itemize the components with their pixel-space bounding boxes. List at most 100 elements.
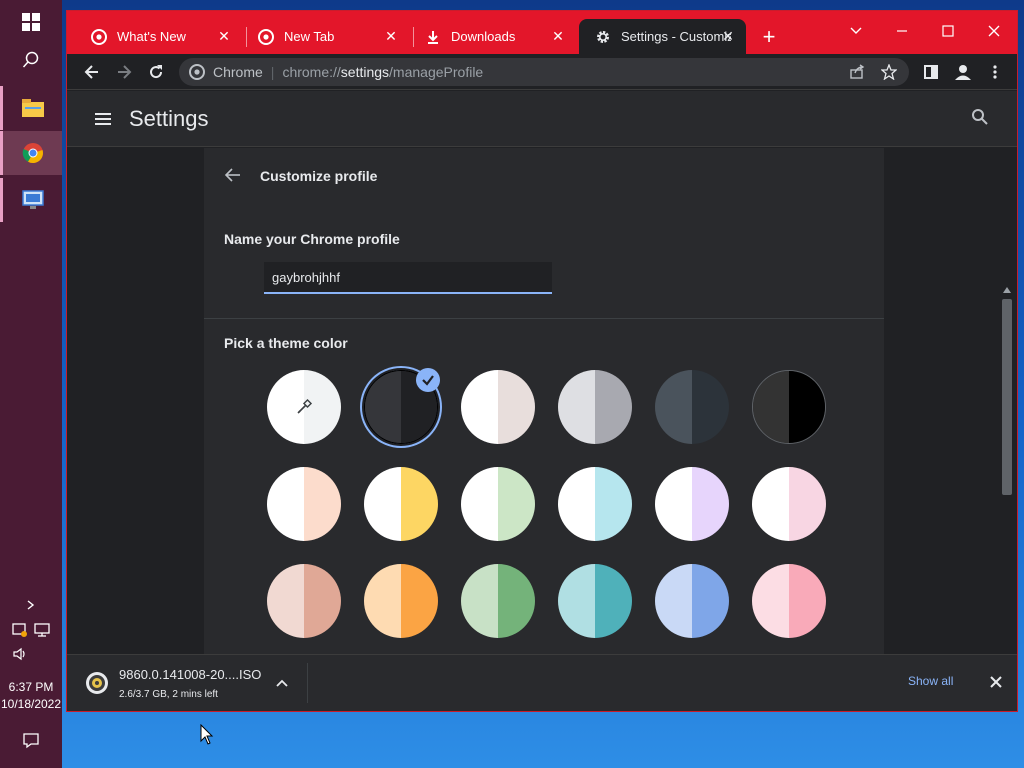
- swatch-left-half: [558, 467, 595, 541]
- kebab-menu-icon[interactable]: [983, 60, 1007, 84]
- tab-label: Downloads: [451, 29, 516, 44]
- clock-date[interactable]: 10/18/2022: [0, 697, 62, 711]
- forward-button[interactable]: [112, 60, 136, 84]
- title-bar: What's New ✕ New Tab ✕ Downloads ✕ Setti: [67, 11, 1017, 54]
- theme-color-swatch[interactable]: [655, 370, 729, 444]
- omnibox-chip: Chrome: [213, 64, 263, 80]
- custom-color-swatch[interactable]: [267, 370, 341, 444]
- chrome-logo-icon: [258, 28, 274, 45]
- theme-color-swatch[interactable]: [655, 467, 729, 541]
- url-host: settings: [340, 64, 390, 80]
- reload-button[interactable]: [144, 60, 168, 84]
- remote-desktop-icon[interactable]: [0, 178, 62, 222]
- swatch-right-half: [789, 371, 825, 443]
- chrome-icon[interactable]: [0, 131, 62, 175]
- download-shelf: 9860.0.141008-20....ISO 2.6/3.7 GB, 2 mi…: [67, 654, 1017, 711]
- close-icon[interactable]: ✕: [550, 28, 566, 44]
- swatch-left-half: [461, 467, 498, 541]
- theme-color-swatch[interactable]: [558, 564, 632, 638]
- back-arrow-icon[interactable]: [224, 166, 242, 184]
- theme-color-swatch[interactable]: [364, 467, 438, 541]
- swatch-left-half: [365, 371, 401, 443]
- swatch-right-half: [692, 467, 729, 541]
- chrome-window: What's New ✕ New Tab ✕ Downloads ✕ Setti: [66, 10, 1018, 712]
- scroll-up-arrow-icon[interactable]: [1003, 287, 1011, 293]
- network-icon[interactable]: [34, 622, 50, 641]
- bookmark-star-icon[interactable]: [880, 63, 898, 83]
- new-tab-button[interactable]: +: [757, 26, 781, 50]
- url-text: chrome://settings/manageProfile: [282, 64, 483, 80]
- close-icon[interactable]: ✕: [216, 28, 232, 44]
- swatch-right-half: [595, 564, 632, 638]
- tab-downloads[interactable]: Downloads ✕: [409, 19, 576, 54]
- theme-color-swatch[interactable]: [461, 467, 535, 541]
- theme-color-swatch[interactable]: [655, 564, 729, 638]
- tab-whats-new[interactable]: What's New ✕: [75, 19, 242, 54]
- eyedropper-icon: [295, 398, 313, 416]
- theme-color-swatch[interactable]: [752, 564, 826, 638]
- file-explorer-icon[interactable]: [0, 86, 62, 130]
- settings-header: Settings: [67, 91, 1017, 147]
- close-icon[interactable]: [987, 673, 1005, 691]
- clock-time[interactable]: 6:37 PM: [0, 680, 62, 694]
- swatch-right-half: [498, 564, 535, 638]
- taskbar: 6:37 PM 10/18/2022: [0, 0, 62, 768]
- close-icon[interactable]: ✕: [383, 28, 399, 44]
- theme-color-label: Pick a theme color: [224, 335, 348, 351]
- swatch-left-half: [267, 564, 304, 638]
- action-center-icon[interactable]: [0, 718, 62, 762]
- swatch-left-half: [753, 371, 789, 443]
- theme-color-swatch[interactable]: [558, 370, 632, 444]
- back-button[interactable]: [80, 60, 104, 84]
- side-panel-icon[interactable]: [919, 60, 943, 84]
- divider: [307, 663, 308, 703]
- minimize-button[interactable]: [879, 16, 925, 46]
- chevron-up-icon[interactable]: [273, 675, 291, 693]
- chevron-up-icon[interactable]: [0, 596, 62, 614]
- swatch-right-half: [692, 370, 729, 444]
- page-heading: Customize profile: [260, 168, 378, 184]
- swatch-left-half: [558, 564, 595, 638]
- theme-color-swatch[interactable]: [461, 370, 535, 444]
- swatch-right-half: [595, 370, 632, 444]
- swatch-right-half: [304, 564, 341, 638]
- theme-color-swatch[interactable]: [752, 467, 826, 541]
- profile-avatar-icon[interactable]: [951, 60, 975, 84]
- address-bar[interactable]: Chrome | chrome://settings/manageProfile: [179, 58, 909, 86]
- swatch-right-half: [789, 564, 826, 638]
- scrollbar[interactable]: [997, 285, 1017, 654]
- volume-icon[interactable]: [0, 644, 62, 664]
- scroll-thumb[interactable]: [1002, 299, 1012, 495]
- profile-name-input[interactable]: [264, 262, 552, 294]
- settings-content: Customize profile Name your Chrome profi…: [67, 148, 1017, 654]
- swatch-right-half: [789, 467, 826, 541]
- theme-color-swatch[interactable]: [752, 370, 826, 444]
- theme-color-swatch[interactable]: [267, 564, 341, 638]
- search-icon[interactable]: [0, 38, 62, 82]
- show-all-link[interactable]: Show all: [908, 674, 953, 688]
- close-window-button[interactable]: [971, 16, 1017, 46]
- disc-image-icon[interactable]: [85, 671, 109, 695]
- theme-color-swatch[interactable]: [364, 564, 438, 638]
- download-icon: [425, 29, 441, 45]
- download-filename[interactable]: 9860.0.141008-20....ISO: [119, 667, 261, 682]
- swatch-left-half: [752, 564, 789, 638]
- tab-new-tab[interactable]: New Tab ✕: [242, 19, 409, 54]
- swatch-left-half: [655, 467, 692, 541]
- theme-color-swatch[interactable]: [558, 467, 632, 541]
- theme-color-swatch[interactable]: [267, 467, 341, 541]
- tab-settings[interactable]: Settings - Customize ✕: [579, 19, 746, 54]
- hamburger-menu-icon[interactable]: [93, 109, 113, 129]
- swatch-right-half: [595, 467, 632, 541]
- divider: [204, 318, 884, 319]
- tray-icons: [0, 621, 62, 641]
- close-icon[interactable]: ✕: [720, 28, 736, 44]
- theme-color-swatch[interactable]: [461, 564, 535, 638]
- maximize-button[interactable]: [925, 16, 971, 46]
- search-icon[interactable]: [971, 108, 993, 130]
- swatch-right-half: [498, 370, 535, 444]
- swatch-left-half: [461, 564, 498, 638]
- tab-search-icon[interactable]: [833, 16, 879, 46]
- share-icon[interactable]: [849, 64, 865, 83]
- windows-update-icon[interactable]: [12, 622, 28, 641]
